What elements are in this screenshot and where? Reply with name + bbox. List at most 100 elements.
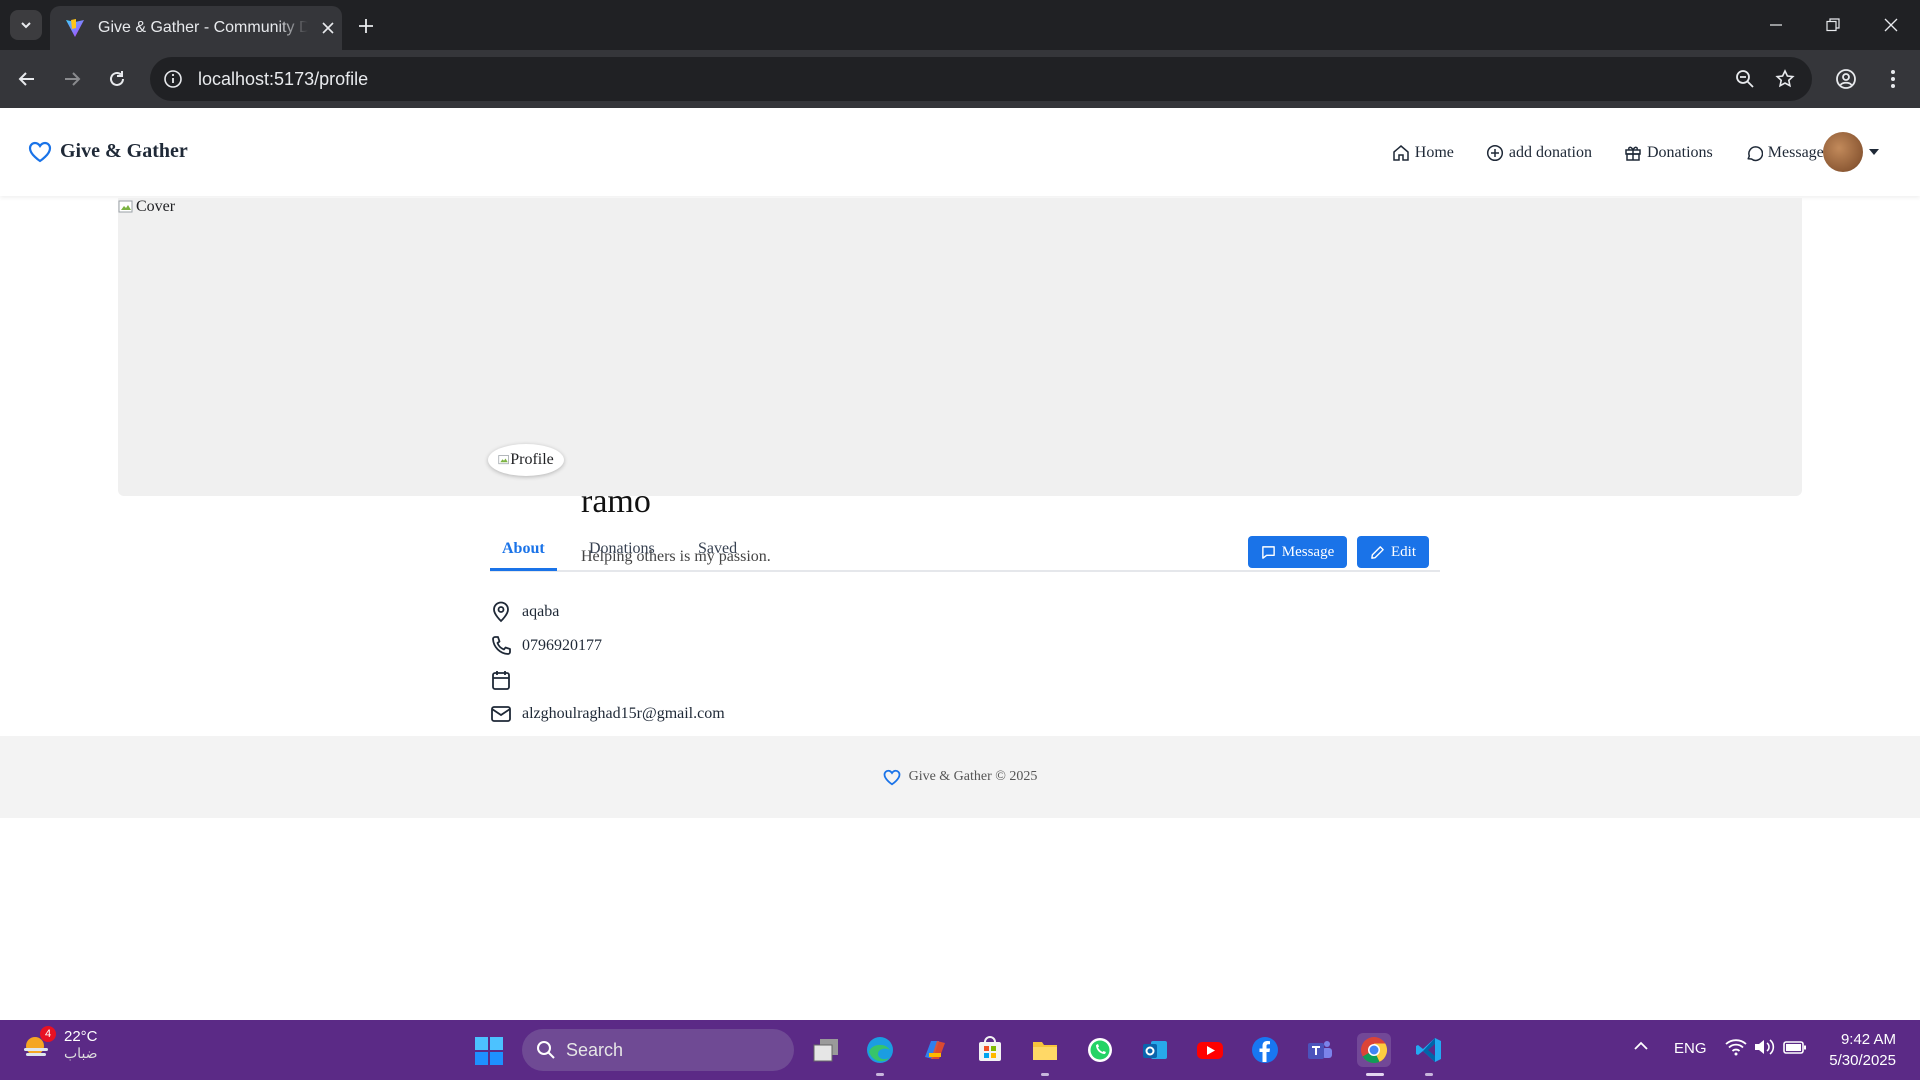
close-icon [1884,18,1898,32]
nav-donations-label: Donations [1647,144,1713,161]
language-indicator[interactable]: ENG [1674,1040,1707,1057]
cover-broken-image: Cover [118,198,175,216]
restore-icon [1826,18,1840,32]
microsoft-store-icon[interactable] [973,1033,1007,1067]
profile-name: ramo [581,483,651,520]
windows-start-icon[interactable] [474,1036,504,1066]
info-date [490,669,522,691]
caret-down-icon [1869,149,1879,155]
minimize-button[interactable] [1762,12,1790,38]
phone-icon [492,636,511,655]
minimize-icon [1770,24,1782,26]
weather-badge: 4 [40,1026,56,1042]
plus-icon [359,19,373,33]
nav-home-label: Home [1414,144,1454,161]
weather-widget[interactable]: 4 22°C ضباب [20,1026,98,1062]
chevron-up-icon [1634,1041,1648,1050]
url-text[interactable]: localhost:5173/profile [198,69,368,90]
tab-title: Give & Gather - Community Do [98,19,308,36]
message-button-label: Message [1281,543,1335,560]
tab-about[interactable]: About [502,540,545,558]
show-hidden-icons-button[interactable] [1633,1038,1649,1058]
nav-messages-label: Messages [1767,144,1830,161]
cover-image: Cover ramo Helping others is my passion. [118,198,1802,565]
restore-button[interactable] [1819,12,1847,38]
bookmark-star-icon[interactable] [1772,66,1798,92]
battery-icon[interactable] [1783,1038,1807,1060]
profile-icon[interactable] [1833,66,1859,92]
close-window-button[interactable] [1877,12,1905,38]
teams-icon[interactable] [1303,1033,1337,1067]
clock-time: 9:42 AM [1840,1031,1896,1048]
nav-messages[interactable]: Messages [1745,144,1830,162]
gift-icon [1625,146,1641,161]
calendar-icon [492,671,510,690]
heart-icon [28,141,52,162]
taskbar: 4 22°C ضباب Search ENG 9:42 AM 5/30/2025 [0,1020,1920,1080]
weather-desc: ضباب [64,1045,98,1061]
active-tab-indicator [490,568,557,571]
forward-button[interactable] [59,66,85,92]
profile-alt-text: Profile [510,451,554,468]
tab-close-icon[interactable] [318,18,338,38]
tab-search-button[interactable] [10,10,42,40]
nav-add-donation[interactable]: add donation [1486,144,1592,162]
browser-tab-bar: Give & Gather - Community Do [0,0,1920,50]
task-view-icon[interactable] [809,1033,843,1067]
vscode-icon[interactable] [1412,1033,1446,1067]
web-page: Give & Gather Home add donation Donation… [0,108,1920,1020]
reload-button[interactable] [104,66,130,92]
arrow-right-icon [65,72,81,86]
home-icon [1393,145,1409,161]
main-nav: Home add donation Donations Messages [1360,144,1830,162]
search-label: Search [566,1039,624,1060]
nav-donations[interactable]: Donations [1624,144,1713,162]
pencil-icon [1371,545,1384,559]
facebook-icon[interactable] [1248,1033,1282,1067]
browser-toolbar: localhost:5173/profile [0,50,1920,108]
whatsapp-icon[interactable] [1083,1033,1117,1067]
phone-text: 0796920177 [522,637,602,654]
search-icon [537,1041,555,1059]
vite-favicon-icon [66,19,84,37]
heart-icon [883,769,900,785]
file-explorer-icon[interactable] [1028,1033,1062,1067]
message-button[interactable]: Message [1248,536,1347,568]
site-header: Give & Gather Home add donation Donation… [0,108,1920,196]
nav-home[interactable]: Home [1392,144,1454,162]
tab-saved[interactable]: Saved [698,540,737,558]
zoom-icon[interactable] [1732,66,1758,92]
new-tab-button[interactable] [354,14,378,38]
volume-icon[interactable] [1753,1038,1775,1060]
taskbar-clock[interactable]: 9:42 AM 5/30/2025 [1812,1029,1896,1071]
edit-button-label: Edit [1391,543,1416,560]
brand-link[interactable]: Give & Gather [28,140,188,163]
copilot-icon[interactable] [918,1033,952,1067]
edge-browser-icon[interactable] [863,1033,897,1067]
chevron-down-icon [21,22,31,29]
broken-image-icon [498,455,510,465]
nav-add-donation-label: add donation [1508,144,1592,161]
chrome-icon[interactable] [1357,1033,1391,1067]
user-menu[interactable] [1823,132,1879,172]
avatar[interactable] [1823,132,1863,172]
address-bar[interactable]: localhost:5173/profile [150,57,1812,101]
outlook-icon[interactable] [1138,1033,1172,1067]
mail-icon [491,706,511,722]
running-indicator [1425,1073,1433,1076]
edit-button[interactable]: Edit [1357,536,1429,568]
arrow-left-icon [18,72,34,86]
browser-tab[interactable]: Give & Gather - Community Do [50,6,342,50]
message-circle-icon [1747,146,1763,162]
weather-temp: 22°C [64,1028,98,1045]
tab-donations[interactable]: Donations [589,540,655,558]
location-text: aqaba [522,603,560,620]
taskbar-search[interactable]: Search [522,1029,794,1071]
running-indicator [876,1073,884,1076]
plus-circle-icon [1486,144,1503,162]
site-info-icon[interactable] [162,68,184,90]
youtube-icon[interactable] [1193,1033,1227,1067]
wifi-icon[interactable] [1725,1038,1747,1060]
more-menu-icon[interactable] [1880,66,1906,92]
back-button[interactable] [14,66,40,92]
